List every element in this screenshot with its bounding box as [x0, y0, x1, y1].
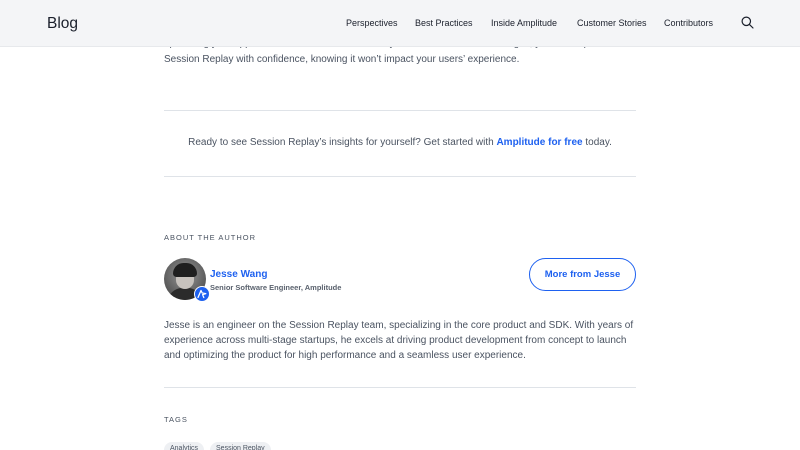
tag-analytics[interactable]: Analytics: [164, 442, 205, 450]
nav-customer-stories[interactable]: Customer Stories: [577, 18, 647, 28]
divider: [164, 176, 636, 177]
site-header: Blog Perspectives Best Practices Inside …: [0, 0, 800, 47]
divider: [164, 110, 636, 111]
divider: [164, 387, 636, 388]
tag-list: Analytics Session Replay: [164, 442, 271, 450]
tags-heading: TAGS: [164, 415, 188, 424]
author-role: Senior Software Engineer, Amplitude: [210, 283, 342, 292]
about-author-heading: ABOUT THE AUTHOR: [164, 233, 256, 242]
nav-perspectives[interactable]: Perspectives: [346, 18, 398, 28]
nav-inside-amplitude[interactable]: Inside Amplitude: [491, 18, 557, 28]
amplitude-free-link[interactable]: Amplitude for free: [496, 137, 582, 148]
nav-best-practices[interactable]: Best Practices: [415, 18, 473, 28]
amplitude-logo-icon: [194, 286, 210, 302]
tag-session-replay[interactable]: Session Replay: [210, 442, 271, 450]
cta-suffix: today.: [582, 137, 612, 148]
cta-text: Ready to see Session Replay’s insights f…: [164, 137, 636, 148]
main-nav: Perspectives Best Practices Inside Ampli…: [0, 18, 800, 32]
author-card: Jesse Wang Senior Software Engineer, Amp…: [164, 258, 636, 302]
author-bio: Jesse is an engineer on the Session Repl…: [164, 320, 634, 361]
author-avatar[interactable]: [164, 258, 210, 302]
more-from-author-button[interactable]: More from Jesse: [529, 258, 636, 291]
nav-contributors[interactable]: Contributors: [664, 18, 713, 28]
cta-prefix: Ready to see Session Replay’s insights f…: [188, 137, 497, 148]
blog-page: optimizing your application to minimize …: [0, 0, 800, 450]
search-icon[interactable]: [741, 16, 754, 29]
author-name-link[interactable]: Jesse Wang: [210, 269, 267, 280]
